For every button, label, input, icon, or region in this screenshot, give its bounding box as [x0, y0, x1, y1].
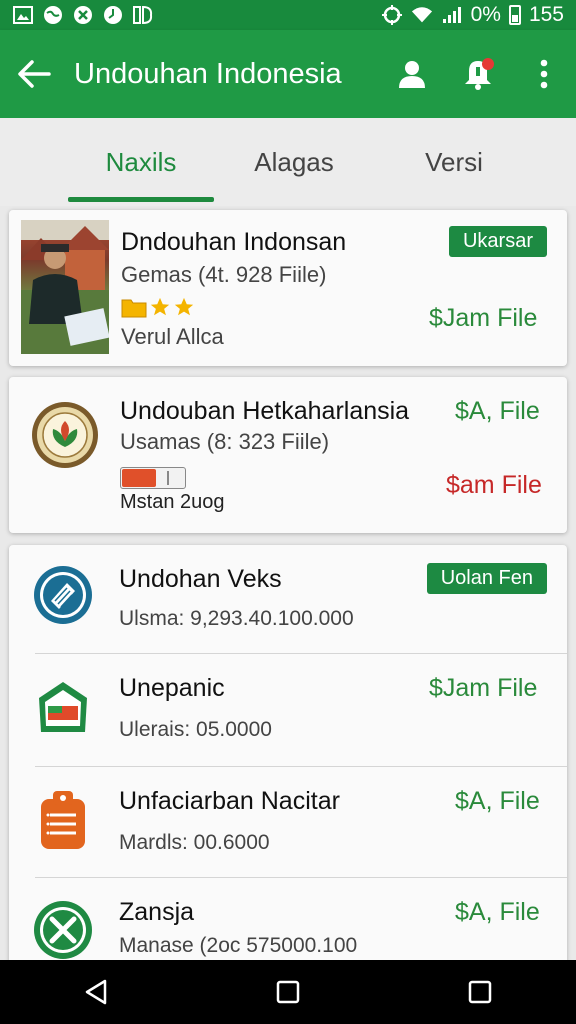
rating-stars	[121, 296, 195, 318]
price-value: $Jam File	[429, 304, 538, 332]
price-label[interactable]: $Jam File	[429, 674, 537, 703]
document-icon	[33, 565, 93, 625]
price-label-secondary[interactable]: $am File	[446, 471, 542, 500]
clock-time: 155	[528, 3, 564, 26]
back-button[interactable]	[16, 56, 52, 92]
clock-icon	[102, 4, 124, 26]
download-card[interactable]: Dndouhan Indonsan Gemas (4t. 928 Fiile) …	[9, 210, 567, 366]
price-label[interactable]: $A, File	[455, 898, 540, 927]
tools-icon	[33, 900, 93, 960]
item-title: Unepanic	[119, 674, 225, 702]
nav-back-button[interactable]	[66, 968, 126, 1016]
person-icon	[399, 61, 425, 88]
seal-icon	[31, 401, 99, 469]
item-title: Undohan Veks	[119, 565, 282, 593]
item-publisher: Mstan 2uog	[120, 491, 225, 513]
item-subtitle: Mardls: 00.6000	[119, 831, 270, 854]
price-label[interactable]: $Jam File	[429, 304, 537, 333]
game-icon	[72, 4, 94, 26]
item-subtitle: Manase (2oc 575000.100	[119, 934, 358, 957]
nav-home-button[interactable]	[258, 968, 318, 1016]
download-card[interactable]: Undouban Hetkaharlansia Usamas (8: 323 F…	[9, 377, 567, 533]
item-subtitle: Ulerais: 05.0000	[119, 718, 272, 741]
item-title: Dndouhan Indonsan	[121, 228, 347, 256]
item-title: Unfaciarban Nacitar	[119, 787, 340, 815]
list-item[interactable]: Zansja Manase (2oc 575000.100 $A, File	[9, 878, 567, 965]
star-icon	[150, 297, 170, 316]
archive-icon	[33, 676, 93, 736]
star-icon	[174, 297, 194, 316]
progress-bar	[120, 467, 186, 489]
battery-icon	[508, 5, 521, 25]
status-bar: 0% 155	[0, 0, 576, 30]
app-icon	[132, 4, 154, 26]
more-vert-icon	[540, 59, 548, 89]
notification-dot	[482, 58, 494, 70]
signal-icon	[441, 4, 463, 26]
item-subtitle: Ulsma: 9,293.40.100.000	[119, 607, 354, 630]
tab-alagas[interactable]: Alagas	[214, 118, 374, 206]
overflow-menu-button[interactable]	[526, 56, 562, 92]
tab-bar: Naxils Alagas Versi	[0, 118, 576, 206]
sync-icon	[381, 4, 403, 26]
item-title: Zansja	[119, 898, 195, 926]
profile-button[interactable]	[394, 56, 430, 92]
list-item[interactable]: Unepanic Ulerais: 05.0000 $Jam File	[9, 654, 567, 766]
gallery-icon	[12, 4, 34, 26]
progress-fill	[122, 469, 156, 487]
progress-tick	[167, 471, 169, 485]
status-badge[interactable]: Uolan Fen	[426, 563, 547, 594]
globe-icon	[42, 4, 64, 26]
status-badge[interactable]: Ukarsar	[448, 226, 547, 257]
folder-icon	[121, 299, 147, 318]
notifications-button[interactable]	[460, 56, 496, 92]
list-item[interactable]: Undohan Veks Ulsma: 9,293.40.100.000 Uol…	[9, 545, 567, 653]
item-subtitle: Usamas (8: 323 Fiile)	[120, 429, 330, 454]
item-subtitle: Gemas (4t. 928 Fiile)	[121, 262, 327, 287]
tab-versi[interactable]: Versi	[374, 118, 534, 206]
triangle-back-icon	[85, 979, 107, 1005]
nav-recents-button[interactable]	[450, 968, 510, 1016]
price-label[interactable]: $A, File	[455, 787, 540, 816]
tag-icon	[33, 789, 93, 853]
app-bar: Undouhan Indonesia	[0, 30, 576, 118]
thumbnail-photo	[21, 220, 109, 354]
download-list: Undohan Veks Ulsma: 9,293.40.100.000 Uol…	[9, 545, 567, 965]
system-navigation-bar	[0, 960, 576, 1024]
status-notifications	[12, 4, 154, 26]
battery-percent: 0%	[470, 3, 501, 26]
recents-square-icon	[468, 980, 492, 1004]
wifi-icon	[411, 4, 433, 26]
item-title: Undouban Hetkaharlansia	[120, 397, 410, 425]
list-item[interactable]: Unfaciarban Nacitar Mardls: 00.6000 $A, …	[9, 767, 567, 877]
arrow-left-icon	[18, 60, 51, 88]
status-system: 0% 155	[381, 3, 564, 27]
price-label[interactable]: $A, File	[455, 397, 540, 426]
tab-naxils[interactable]: Naxils	[68, 118, 214, 206]
home-square-icon	[276, 980, 300, 1004]
item-publisher: Verul Allca	[121, 324, 224, 349]
page-title: Undouhan Indonesia	[74, 57, 342, 90]
